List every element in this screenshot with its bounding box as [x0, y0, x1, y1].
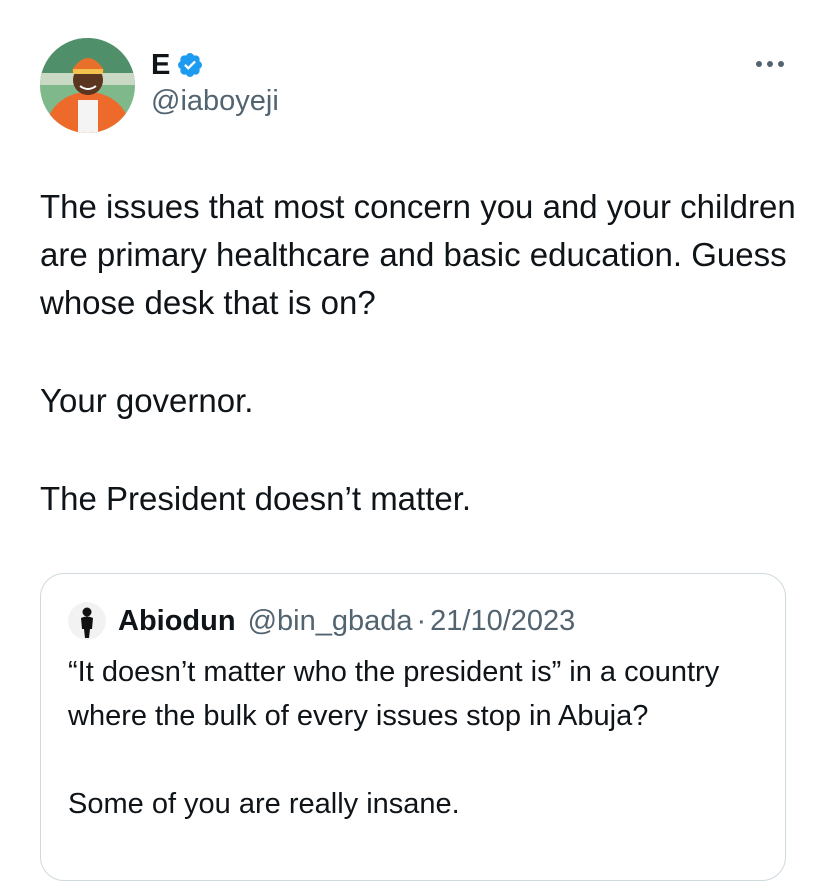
quoted-author-avatar[interactable] — [68, 602, 106, 640]
quoted-tweet-header: Abiodun @bin_gbada · 21/10/2023 — [68, 600, 575, 642]
verified-badge-icon — [176, 51, 204, 79]
author-name[interactable]: E — [151, 49, 171, 82]
tweet-text: The issues that most concern you and you… — [40, 183, 800, 523]
author-name-row: E — [151, 46, 204, 84]
author-avatar[interactable] — [40, 38, 135, 133]
separator-dot: · — [416, 604, 427, 637]
author-handle[interactable]: @iaboyeji — [151, 85, 279, 118]
tweet-paragraph: The issues that most concern you and you… — [40, 188, 796, 321]
silhouette-icon — [68, 602, 106, 640]
quoted-author-name[interactable]: Abiodun — [118, 605, 236, 638]
quoted-author-handle[interactable]: @bin_gbada — [248, 605, 413, 638]
quoted-paragraph: “It doesn’t matter who the president is”… — [68, 656, 720, 732]
quoted-paragraph: Some of you are really insane. — [68, 788, 460, 820]
tweet-card: E @iaboyeji The issues that most concern… — [0, 0, 828, 891]
profile-photo-icon — [40, 38, 135, 133]
tweet-paragraph: The President doesn’t matter. — [40, 480, 472, 517]
more-options-icon[interactable] — [752, 52, 788, 76]
quoted-tweet[interactable]: Abiodun @bin_gbada · 21/10/2023 “It does… — [40, 573, 786, 881]
quoted-tweet-date[interactable]: 21/10/2023 — [430, 605, 575, 638]
tweet-paragraph: Your governor. — [40, 382, 254, 419]
quoted-tweet-text: “It doesn’t matter who the president is”… — [68, 650, 768, 826]
